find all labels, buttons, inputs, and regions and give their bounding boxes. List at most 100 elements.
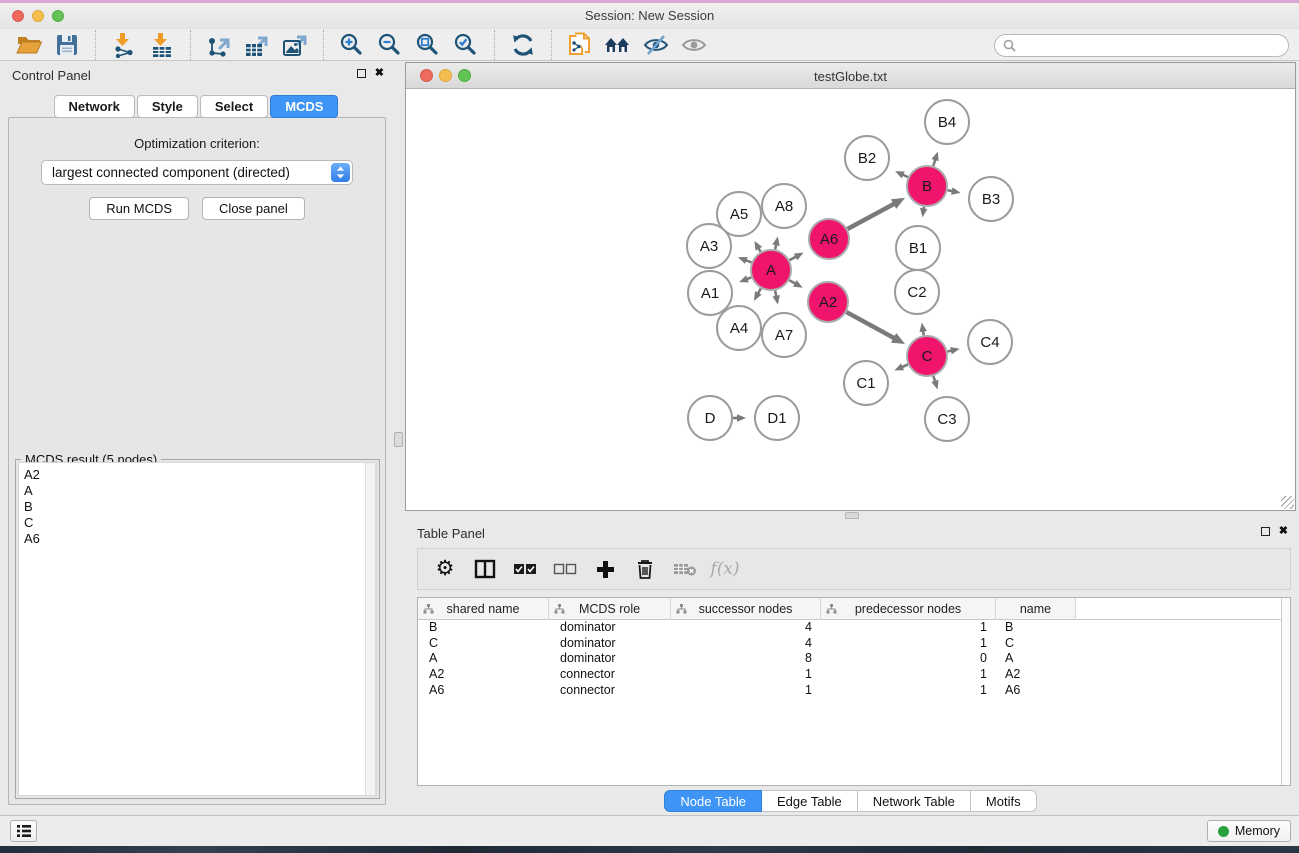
graph-node-D1[interactable]: D1	[755, 396, 799, 440]
graph-edge[interactable]	[846, 312, 894, 338]
graph-node-C4[interactable]: C4	[968, 320, 1012, 364]
table-row[interactable]: A2connector11A2	[418, 667, 1290, 683]
tab-network-table[interactable]: Network Table	[858, 790, 971, 812]
table-cell: A6	[996, 683, 1076, 699]
import-network-button[interactable]	[109, 30, 139, 60]
network-window-titlebar[interactable]: testGlobe.txt	[406, 63, 1295, 89]
home-layout-button[interactable]	[603, 30, 633, 60]
tab-edge-table[interactable]: Edge Table	[762, 790, 858, 812]
tab-select[interactable]: Select	[200, 95, 268, 118]
mcds-result-item[interactable]: B	[24, 499, 376, 515]
graph-node-A6[interactable]: A6	[809, 219, 849, 259]
tab-network[interactable]: Network	[54, 95, 135, 118]
tab-mcds[interactable]: MCDS	[270, 95, 338, 118]
table-settings-button[interactable]: ⚙	[432, 556, 458, 582]
export-network-button[interactable]	[204, 30, 234, 60]
control-panel-tabs: Network Style Select MCDS	[0, 95, 392, 118]
close-panel-button[interactable]: Close panel	[202, 197, 305, 220]
graph-node-A8[interactable]: A8	[762, 184, 806, 228]
run-mcds-button[interactable]: Run MCDS	[89, 197, 189, 220]
delete-table-button[interactable]	[672, 556, 698, 582]
column-header-successor-nodes[interactable]: successor nodes	[671, 598, 821, 620]
vertical-splitter-handle[interactable]	[394, 432, 403, 447]
refresh-view-button[interactable]	[508, 30, 538, 60]
graph-node-C2[interactable]: C2	[895, 270, 939, 314]
float-panel-icon[interactable]	[357, 69, 366, 78]
graph-node-D[interactable]: D	[688, 396, 732, 440]
zoom-fit-button[interactable]	[413, 30, 443, 60]
export-table-button[interactable]	[242, 30, 272, 60]
tab-motifs[interactable]: Motifs	[971, 790, 1037, 812]
open-session-button[interactable]	[14, 30, 44, 60]
column-header-name[interactable]: name	[996, 598, 1076, 620]
graph-node-A2[interactable]: A2	[808, 282, 848, 322]
graph-edge-arrowhead	[737, 414, 746, 422]
graph-node-A4[interactable]: A4	[717, 306, 761, 350]
table-row[interactable]: Cdominator41C	[418, 636, 1290, 652]
network-graph[interactable]: AA1A2A3A4A5A6A7A8BB1B2B3B4CC1C2C3C4DD1	[406, 89, 1295, 510]
column-header-shared-name[interactable]: shared name	[418, 598, 549, 620]
save-session-button[interactable]	[52, 30, 82, 60]
close-panel-icon[interactable]: ✖	[1279, 526, 1288, 537]
window-resize-grip[interactable]	[1281, 496, 1294, 509]
desktop-wallpaper-bottom	[0, 846, 1299, 853]
table-toolbar: ⚙	[417, 548, 1291, 590]
hide-graphics-button[interactable]	[641, 30, 671, 60]
graph-edge[interactable]	[902, 364, 908, 367]
graph-edge[interactable]	[933, 159, 935, 166]
graph-node-B2[interactable]: B2	[845, 136, 889, 180]
graph-node-B4[interactable]: B4	[925, 100, 969, 144]
horizontal-splitter-handle[interactable]	[845, 512, 859, 519]
tab-style[interactable]: Style	[137, 95, 198, 118]
graph-node-B1[interactable]: B1	[896, 226, 940, 270]
mcds-result-item[interactable]: A	[24, 483, 376, 499]
zoom-out-button[interactable]	[375, 30, 405, 60]
table-scrollbar[interactable]	[1281, 598, 1290, 785]
table-cell: A6	[418, 683, 549, 699]
tab-node-table[interactable]: Node Table	[664, 790, 762, 812]
table-row[interactable]: Bdominator41B	[418, 620, 1290, 636]
mcds-result-item[interactable]: A2	[24, 467, 376, 483]
function-builder-button[interactable]: f(x)	[712, 556, 738, 582]
zoom-selected-button[interactable]	[451, 30, 481, 60]
deselect-all-button[interactable]	[552, 556, 578, 582]
select-all-button[interactable]	[512, 556, 538, 582]
graph-node-C3[interactable]: C3	[925, 397, 969, 441]
show-columns-button[interactable]	[472, 556, 498, 582]
node-label: B	[922, 178, 932, 195]
criterion-dropdown[interactable]: largest connected component (directed)	[41, 160, 353, 185]
mcds-result-item[interactable]: C	[24, 515, 376, 531]
search-field[interactable]	[994, 34, 1289, 57]
search-input[interactable]	[1021, 39, 1271, 53]
close-panel-icon[interactable]: ✖	[375, 68, 384, 79]
mcds-list-scrollbar[interactable]	[365, 463, 376, 795]
node-label: C1	[856, 375, 875, 392]
memory-button[interactable]: Memory	[1207, 820, 1291, 842]
graph-node-C1[interactable]: C1	[844, 361, 888, 405]
table-row[interactable]: Adominator80A	[418, 651, 1290, 667]
graph-edge[interactable]	[789, 280, 795, 284]
graph-node-B3[interactable]: B3	[969, 177, 1013, 221]
mcds-result-item[interactable]: A6	[24, 531, 376, 547]
table-row[interactable]: A6connector11A6	[418, 683, 1290, 699]
graph-edge[interactable]	[790, 256, 797, 260]
show-graphics-button[interactable]	[679, 30, 709, 60]
column-header-predecessor-nodes[interactable]: predecessor nodes	[821, 598, 996, 620]
float-panel-icon[interactable]	[1261, 527, 1270, 536]
graph-node-A7[interactable]: A7	[762, 313, 806, 357]
graph-node-B[interactable]: B	[907, 166, 947, 206]
graph-node-C[interactable]: C	[907, 336, 947, 376]
zoom-in-button[interactable]	[337, 30, 367, 60]
clone-network-button[interactable]	[565, 30, 595, 60]
graph-node-A1[interactable]: A1	[688, 271, 732, 315]
graph-node-A5[interactable]: A5	[717, 192, 761, 236]
column-header-mcds-role[interactable]: MCDS role	[549, 598, 671, 620]
create-column-button[interactable]	[592, 556, 618, 582]
table-cell: C	[418, 636, 549, 652]
graph-edge[interactable]	[847, 204, 894, 229]
delete-column-button[interactable]	[632, 556, 658, 582]
show-panels-button[interactable]	[10, 820, 37, 842]
export-image-button[interactable]	[280, 30, 310, 60]
graph-node-A[interactable]: A	[751, 250, 791, 290]
import-table-button[interactable]	[147, 30, 177, 60]
